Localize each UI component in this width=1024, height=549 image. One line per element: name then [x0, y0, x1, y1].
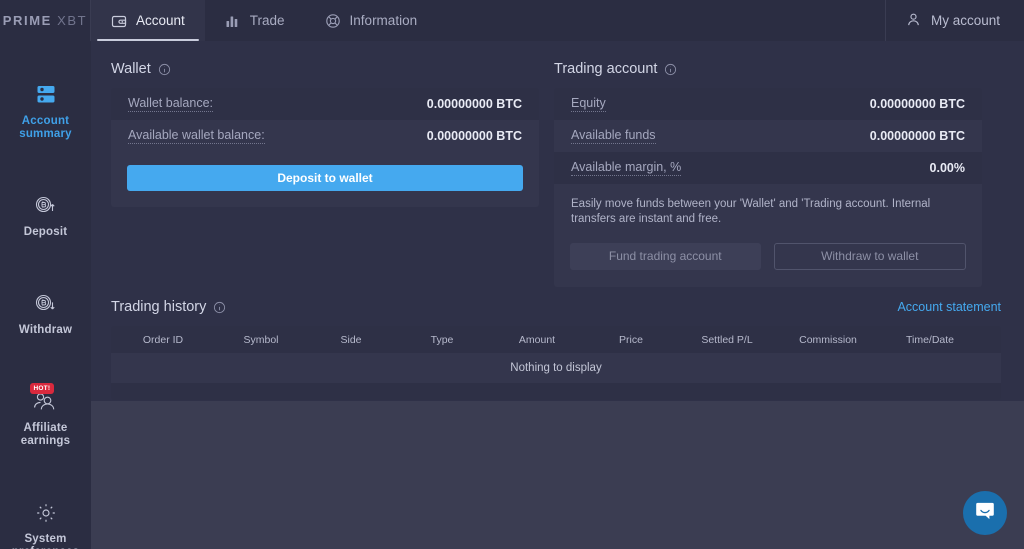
info-icon[interactable]	[213, 301, 226, 314]
sidebar-item-system-preferences[interactable]: Systempreferences	[0, 486, 91, 549]
brand-logo-text: PRIME XBT	[3, 13, 87, 28]
bitcoin-up-icon	[4, 193, 87, 219]
column-amount: Amount	[518, 333, 556, 346]
available-wallet-balance-value: 0.00000000 BTC	[426, 129, 522, 143]
trading-history-table: Order ID Symbol Side Type Amount Price S…	[111, 326, 1001, 400]
trading-history-title: Trading history	[111, 299, 207, 315]
my-account-label: My account	[930, 13, 1000, 28]
chat-launcher-button[interactable]	[963, 491, 1007, 535]
user-icon	[906, 12, 921, 30]
wallet-icon	[111, 13, 127, 29]
withdraw-to-wallet-button[interactable]: Withdraw to wallet	[773, 243, 966, 270]
users-icon: HOT!	[4, 383, 87, 415]
available-funds-value: 0.00000000 BTC	[869, 129, 965, 143]
wallet-card: Wallet balance: 0.00000000 BTC Available…	[111, 88, 539, 207]
hot-badge: HOT!	[30, 383, 54, 394]
column-side: Side	[340, 333, 362, 346]
column-commission: Commission	[799, 333, 857, 346]
sidebar-item-deposit[interactable]: Deposit	[0, 179, 91, 249]
wallet-balance-row: Wallet balance: 0.00000000 BTC	[111, 88, 539, 120]
sidebar-label-affiliate-l2: earnings	[20, 435, 71, 447]
available-margin-row: Available margin, % 0.00%	[554, 152, 982, 184]
sidebar-item-account-summary[interactable]: Account summary	[0, 68, 91, 151]
sidebar-label-account-summary-l2: summary	[19, 128, 72, 140]
column-symbol: Symbol	[243, 333, 279, 346]
trading-account-title: Trading account	[554, 61, 658, 77]
sidebar-label-withdraw: Withdraw	[18, 324, 73, 336]
list-rows-icon	[4, 82, 87, 108]
available-margin-label: Available margin, %	[571, 160, 682, 176]
column-settled-pl: Settled P/L	[701, 333, 753, 346]
bitcoin-down-icon	[4, 291, 87, 317]
wallet-title: Wallet	[111, 61, 151, 77]
sidebar-item-affiliate-earnings[interactable]: HOT! Affiliate earnings	[0, 375, 91, 458]
sidebar-label-account-summary: Account summary	[4, 115, 87, 141]
equity-label: Equity	[571, 96, 606, 112]
available-funds-label: Available funds	[571, 128, 656, 144]
main-content: Wallet Wallet balance: 0.00000000 BTC Av…	[91, 41, 1024, 401]
brand-name: PRIME	[2, 13, 52, 28]
gear-icon	[4, 500, 87, 526]
wallet-balance-value: 0.00000000 BTC	[426, 97, 522, 111]
my-account-menu[interactable]: My account	[884, 0, 1024, 41]
available-funds-row: Available funds 0.00000000 BTC	[554, 120, 982, 152]
wallet-panel: Wallet Wallet balance: 0.00000000 BTC Av…	[111, 61, 539, 287]
sidebar-label-affiliate-l1: Affiliate	[23, 422, 68, 434]
top-navigation-bar: PRIME XBT Account Trade Information My a…	[0, 0, 1024, 41]
lifebuoy-icon	[325, 13, 341, 29]
fund-trading-account-button[interactable]: Fund trading account	[570, 243, 761, 270]
accounts-panel-row: Wallet Wallet balance: 0.00000000 BTC Av…	[111, 61, 1001, 287]
available-margin-value: 0.00%	[929, 161, 965, 175]
left-sidebar: Account summary Deposit Withdraw HOT! Af…	[0, 41, 91, 549]
equity-row: Equity 0.00000000 BTC	[554, 88, 982, 120]
sidebar-label-system-preferences: Systempreferences	[4, 533, 87, 549]
sidebar-item-withdraw[interactable]: Withdraw	[0, 277, 91, 347]
table-header-row: Order ID Symbol Side Type Amount Price S…	[111, 326, 1001, 353]
brand-logo[interactable]: PRIME XBT	[0, 0, 91, 41]
table-empty-state: Nothing to display	[111, 353, 1001, 383]
sidebar-label-system-l1: System	[24, 533, 67, 545]
tab-information[interactable]: Information	[305, 0, 438, 41]
tab-account[interactable]: Account	[91, 0, 205, 41]
trading-history-title-wrap: Trading history	[111, 299, 226, 315]
table-footer	[111, 383, 1001, 400]
trading-account-buttons: Fund trading account Withdraw to wallet	[554, 227, 982, 287]
info-icon[interactable]	[664, 63, 677, 76]
column-time-date: Time/Date	[905, 333, 955, 346]
available-wallet-balance-label: Available wallet balance:	[128, 128, 265, 144]
trading-history-header: Trading history Account statement	[111, 299, 1001, 315]
deposit-to-wallet-button[interactable]: Deposit to wallet	[127, 165, 523, 191]
column-type: Type	[430, 333, 454, 346]
bar-chart-icon	[225, 13, 241, 29]
info-icon[interactable]	[158, 63, 171, 76]
wallet-cta-wrap: Deposit to wallet	[111, 152, 539, 207]
tab-information-label: Information	[349, 13, 418, 28]
sidebar-label-deposit: Deposit	[23, 226, 68, 238]
top-tabs: Account Trade Information	[91, 0, 437, 41]
wallet-balance-label: Wallet balance:	[128, 96, 213, 112]
tab-trade[interactable]: Trade	[205, 0, 305, 41]
brand-suffix: XBT	[57, 13, 88, 28]
equity-value: 0.00000000 BTC	[869, 97, 965, 111]
sidebar-label-account-summary-l1: Account	[21, 115, 70, 127]
column-order-id: Order ID	[142, 333, 184, 346]
tab-account-label: Account	[136, 13, 185, 28]
app-root: PRIME XBT Account Trade Information My a…	[0, 0, 1024, 549]
trading-account-card: Equity 0.00000000 BTC Available funds 0.…	[554, 88, 982, 287]
transfer-note: Easily move funds between your 'Wallet' …	[571, 198, 931, 225]
column-price: Price	[619, 333, 643, 346]
trading-account-header: Trading account	[554, 61, 982, 77]
trading-account-panel: Trading account Equity 0.00000000 BTC Av…	[554, 61, 982, 287]
account-statement-link[interactable]: Account statement	[897, 300, 1001, 314]
intercom-chat-icon	[974, 500, 996, 527]
sidebar-label-affiliate-earnings: Affiliate earnings	[4, 422, 87, 448]
wallet-header: Wallet	[111, 61, 539, 77]
tab-trade-label: Trade	[249, 13, 285, 28]
available-wallet-balance-row: Available wallet balance: 0.00000000 BTC	[111, 120, 539, 152]
trading-history-section: Trading history Account statement Order …	[111, 299, 1001, 400]
